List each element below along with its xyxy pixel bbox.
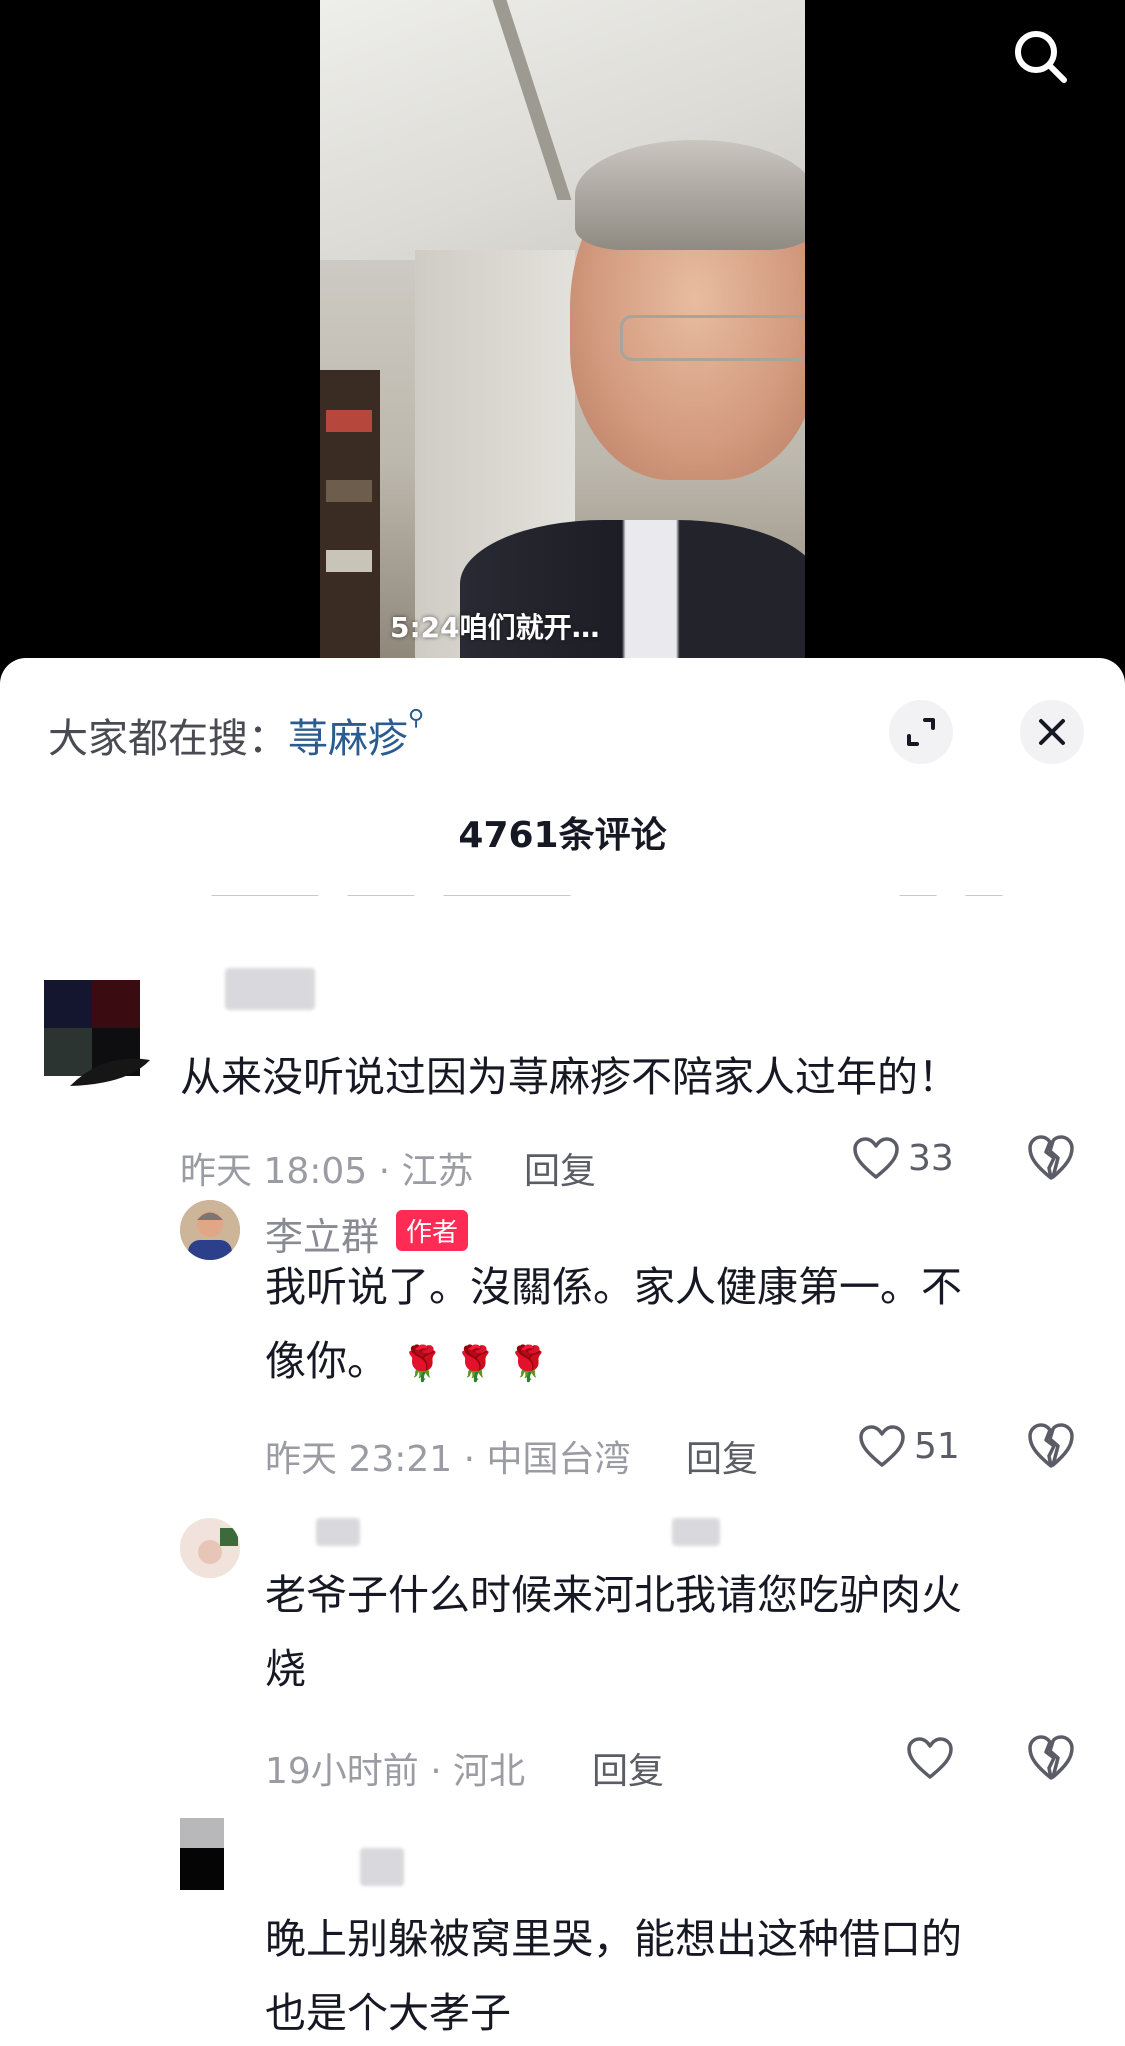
scrolled-comment-edge: [210, 886, 1070, 896]
broken-heart-icon[interactable]: [1026, 1133, 1076, 1183]
comment-sheet-header: 大家都在搜：荨麻疹⚲ 4761条评论: [0, 658, 1125, 898]
comment-text-line1: 晚上别躲被窝里哭，能想出这种借口的: [265, 1915, 962, 1963]
comment-text-line2: 像你。: [265, 1337, 388, 1385]
close-icon[interactable]: [1020, 700, 1084, 764]
comment-meta: 19小时前 · 河北: [265, 1751, 526, 1792]
commenter-avatar[interactable]: [180, 1518, 240, 1578]
reply-button[interactable]: 回复: [686, 1430, 758, 1482]
search-icon[interactable]: [1008, 24, 1072, 88]
commenter-avatar[interactable]: [44, 980, 154, 1090]
author-badge: 作者: [396, 1210, 469, 1251]
rose-icon: 🌹 🌹 🌹: [401, 1344, 550, 1384]
comment-text-line1: 我听说了。沒關係。家人健康第一。不: [265, 1263, 962, 1311]
comment-text-line1: 老爷子什么时候来河北我请您吃驴肉火: [265, 1571, 962, 1619]
commenter-name[interactable]: [360, 1848, 404, 1886]
trending-keyword-link[interactable]: 荨麻疹: [288, 716, 408, 762]
heart-icon: [907, 1737, 953, 1779]
author-avatar[interactable]: [180, 1200, 240, 1260]
video-player[interactable]: 5:24咱们就开…: [0, 0, 1125, 660]
comment-sheet: 大家都在搜：荨麻疹⚲ 4761条评论 从来没听说过因为荨麻疹不陪家人过年的！ 昨…: [0, 658, 1125, 2046]
commenter-avatar[interactable]: [180, 1818, 224, 1890]
expand-icon[interactable]: [889, 700, 953, 764]
trending-label: 大家都在搜：: [48, 716, 288, 762]
comment-text: 从来没听说过因为荨麻疹不陪家人过年的！: [180, 1053, 959, 1101]
video-frame: [320, 0, 805, 660]
like-button[interactable]: 33: [852, 1132, 954, 1184]
reply-target-name: [672, 1518, 720, 1546]
video-subtitle: 5:24咱们就开…: [390, 611, 600, 644]
heart-icon: [853, 1137, 899, 1179]
heart-icon: [859, 1425, 905, 1467]
comment-meta: 昨天 18:05 · 江苏: [180, 1151, 474, 1192]
reply-button[interactable]: 回复: [524, 1142, 596, 1194]
small-search-icon: ⚲: [408, 706, 425, 731]
comment-text-line2: 也是个大孝子: [265, 1989, 511, 2037]
like-button[interactable]: [906, 1732, 954, 1784]
like-button[interactable]: 51: [858, 1420, 960, 1472]
comment-text-line2: 烧: [265, 1645, 306, 1693]
trending-search[interactable]: 大家都在搜：荨麻疹⚲: [48, 706, 424, 764]
like-count: 33: [908, 1137, 954, 1179]
commenter-name[interactable]: [316, 1518, 360, 1546]
broken-heart-icon[interactable]: [1026, 1421, 1076, 1471]
comment-text-line2-row: 像你。 🌹 🌹 🌹: [265, 1324, 550, 1401]
comment-count: 4761条评论: [458, 815, 667, 856]
comment-meta: 昨天 23:21 · 中国台湾: [265, 1439, 631, 1480]
like-count: 51: [914, 1425, 960, 1467]
broken-heart-icon[interactable]: [1026, 1733, 1076, 1783]
reply-button[interactable]: 回复: [592, 1742, 664, 1794]
commenter-name[interactable]: [225, 968, 315, 1010]
